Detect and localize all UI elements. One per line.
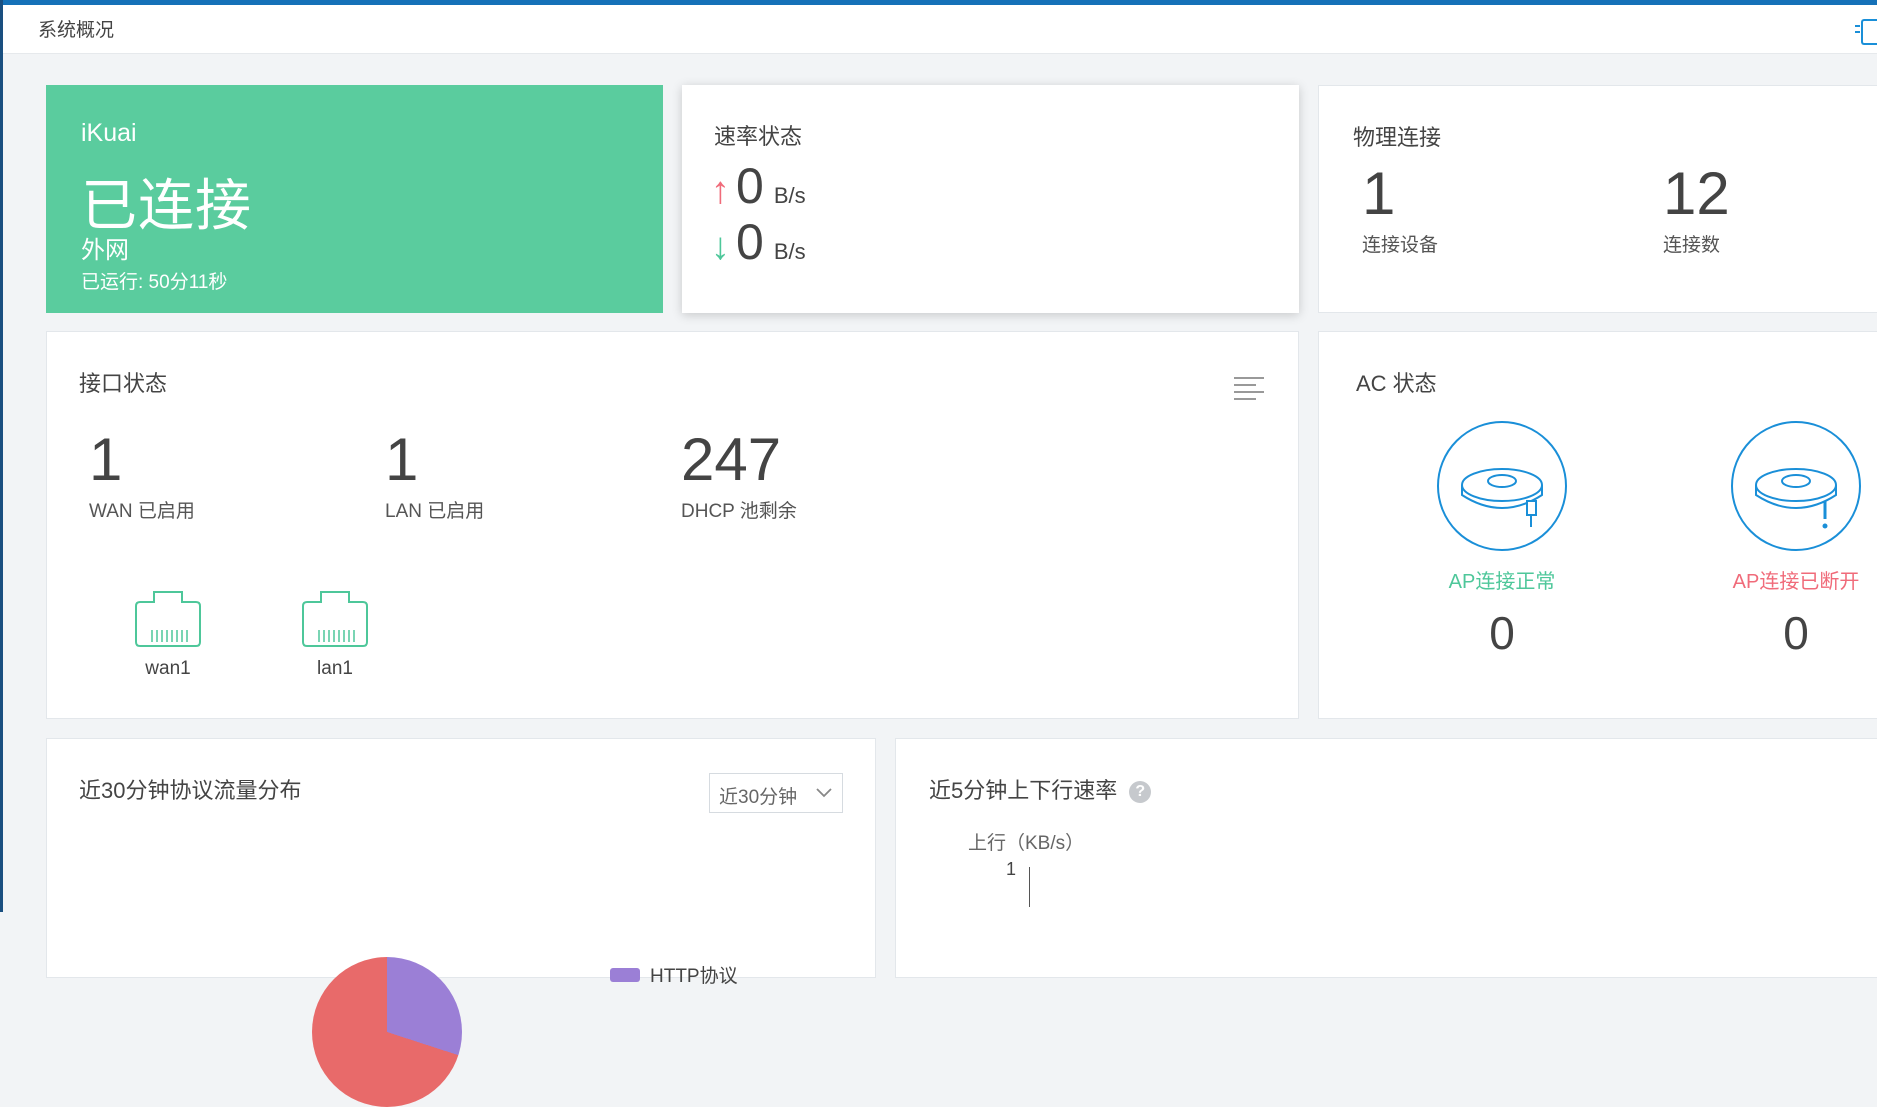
- interface-status-card: 接口状态 1 WAN 已启用 1 LAN 已启用 247 DHCP 池剩余 wa…: [46, 331, 1299, 719]
- devices-value: 1: [1362, 160, 1396, 227]
- ethernet-port-icon: [302, 591, 368, 647]
- dhcp-value: 247: [681, 426, 782, 493]
- port-label: lan1: [317, 658, 353, 679]
- download-unit: B/s: [773, 239, 806, 264]
- download-rate: ↓ 0 B/s: [711, 217, 806, 273]
- connections-value: 12: [1663, 160, 1730, 227]
- legend-label: HTTP协议: [650, 966, 738, 987]
- rate-chart-card: 近5分钟上下行速率? 上行（KB/s） 1: [895, 738, 1877, 978]
- wan-value: 1: [89, 426, 123, 493]
- connections-label: 连接数: [1663, 235, 1721, 256]
- interface-title: 接口状态: [79, 371, 168, 396]
- ap-disconnected[interactable]: AP连接已断开 0: [1696, 421, 1877, 660]
- menu-icon[interactable]: [1234, 377, 1264, 400]
- rate-chart-title-row: 近5分钟上下行速率?: [929, 773, 1152, 805]
- ap-device-icon: [1437, 421, 1567, 551]
- physical-connection-card: 物理连接 1 连接设备 12 连接数: [1318, 85, 1877, 313]
- rate-status-card: 速率状态 ↑ 0 B/s ↓ 0 B/s: [682, 85, 1299, 313]
- ethernet-port-icon: [135, 591, 201, 647]
- ap-connected-label: AP连接正常: [1448, 571, 1556, 593]
- physical-title: 物理连接: [1353, 125, 1442, 150]
- network-type: 外网: [81, 237, 129, 264]
- ap-warning-icon: [1731, 421, 1861, 551]
- sidebar-toggle-icon[interactable]: [1855, 19, 1877, 45]
- wan-stat: 1 WAN 已启用: [89, 430, 195, 523]
- page-title: 系统概况: [38, 20, 115, 41]
- devices-label: 连接设备: [1362, 235, 1439, 256]
- y-axis-line: [1029, 867, 1030, 907]
- y-tick-label: 1: [1006, 859, 1017, 879]
- help-icon[interactable]: ?: [1129, 781, 1152, 803]
- upload-value: 0: [736, 158, 764, 214]
- upload-rate: ↑ 0 B/s: [711, 161, 806, 217]
- legend-swatch: [610, 967, 640, 982]
- port-lan1[interactable]: lan1: [299, 590, 371, 680]
- ap-connected-count: 0: [1489, 607, 1515, 659]
- brand-name: iKuai: [81, 119, 137, 147]
- lan-value: 1: [385, 426, 419, 493]
- rate-chart-title: 近5分钟上下行速率: [929, 778, 1118, 803]
- arrow-up-icon: ↑: [711, 170, 730, 212]
- ac-title: AC 状态: [1356, 371, 1437, 396]
- devices-stat: 1 连接设备: [1362, 164, 1438, 257]
- protocol-traffic-card: 近30分钟协议流量分布 近30分钟 HTTP协议: [46, 738, 876, 1107]
- time-range-select[interactable]: 近30分钟: [709, 773, 843, 813]
- arrow-down-icon: ↓: [711, 226, 730, 268]
- connection-status-card: iKuai 已连接 外网 已运行: 50分11秒: [46, 85, 663, 313]
- port-wan1[interactable]: wan1: [132, 590, 204, 680]
- wan-label: WAN 已启用: [89, 501, 195, 522]
- protocol-title: 近30分钟协议流量分布: [79, 778, 302, 803]
- dhcp-stat: 247 DHCP 池剩余: [681, 430, 797, 523]
- y-axis-label: 上行（KB/s）: [968, 833, 1085, 854]
- ap-connected[interactable]: AP连接正常 0: [1402, 421, 1602, 660]
- ap-disconnected-count: 0: [1783, 607, 1809, 659]
- upload-unit: B/s: [773, 183, 806, 208]
- dashboard: iKuai 已连接 外网 已运行: 50分11秒 速率状态 ↑ 0 B/s ↓ …: [3, 54, 1877, 1107]
- lan-label: LAN 已启用: [385, 501, 485, 522]
- connections-stat: 12 连接数: [1663, 164, 1730, 257]
- port-label: wan1: [145, 658, 191, 679]
- ap-disconnected-label: AP连接已断开: [1732, 571, 1860, 593]
- download-value: 0: [736, 214, 764, 270]
- page-header: 系统概况: [3, 5, 1877, 54]
- pie-legend-item[interactable]: HTTP协议: [610, 961, 738, 988]
- uptime: 已运行: 50分11秒: [81, 272, 228, 293]
- protocol-pie-chart: [312, 957, 462, 1107]
- time-range-value: 近30分钟: [719, 787, 798, 808]
- rate-title: 速率状态: [714, 124, 803, 149]
- ac-status-card: AC 状态 AP连接正常 0 AP连接已断开 0: [1318, 331, 1877, 719]
- dhcp-label: DHCP 池剩余: [681, 501, 797, 522]
- lan-stat: 1 LAN 已启用: [385, 430, 484, 523]
- chevron-down-icon: [816, 788, 832, 798]
